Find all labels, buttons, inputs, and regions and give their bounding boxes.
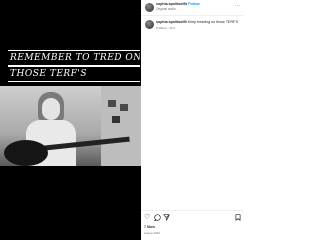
share-icon[interactable] xyxy=(163,214,170,223)
caption-line-1: REMEMBER TO TRED ON xyxy=(8,50,140,66)
comment-body: Keep treading on those TERF'S xyxy=(186,20,239,24)
guitar-body xyxy=(4,140,48,166)
post-date: Aoaya 2022 xyxy=(144,231,161,235)
wall-poster xyxy=(108,100,116,107)
post-header: sophia.spolitsolfit • Follow Original au… xyxy=(141,0,244,16)
username-link[interactable]: sophia.spolitsolfit xyxy=(156,2,187,6)
video-frame xyxy=(0,86,141,166)
caption-line-2: THOSE TERF'S xyxy=(8,66,140,82)
comment-icon[interactable] xyxy=(153,214,161,223)
likes-count[interactable]: 7 likes xyxy=(144,225,155,229)
follow-button[interactable]: • Follow xyxy=(186,2,200,6)
wall-poster xyxy=(120,104,128,111)
action-bar: ♡ 7 likes Aoaya 2022 xyxy=(141,210,244,240)
comment-username[interactable]: sophia.spolitsolfit xyxy=(156,20,187,24)
avatar[interactable] xyxy=(145,20,154,29)
post-media[interactable]: REMEMBER TO TRED ON THOSE TERF'S xyxy=(0,0,141,240)
wall-poster xyxy=(112,116,120,123)
audio-label[interactable]: Original audio xyxy=(156,7,176,11)
comment-text: sophia.spolitsolfit Keep treading on tho… xyxy=(156,20,238,24)
person-face xyxy=(42,98,60,120)
save-icon[interactable] xyxy=(235,214,241,223)
comment-meta: 8 Wlleol · 26 d xyxy=(156,26,176,30)
avatar[interactable] xyxy=(145,3,154,12)
wall-background xyxy=(101,86,141,166)
heart-icon[interactable]: ♡ xyxy=(144,214,150,221)
more-icon[interactable]: ⋯ xyxy=(235,3,240,9)
